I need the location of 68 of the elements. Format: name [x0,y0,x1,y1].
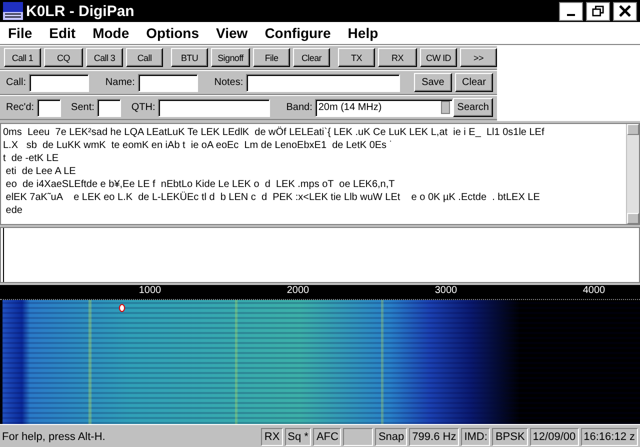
menu-item[interactable]: Edit [41,25,85,41]
macro-button[interactable]: Call 3 [86,48,123,67]
field-label: Name: [105,77,135,88]
menu-item[interactable]: View [208,25,257,41]
field-label: Band: [286,102,312,113]
close-button[interactable] [613,2,637,20]
macro-button[interactable]: BTU [171,48,208,67]
status-panel: Sq * [284,428,312,446]
log-button[interactable]: Clear [454,73,493,92]
menu-item[interactable]: Help [340,25,388,41]
minimize-button[interactable] [559,2,583,20]
log-button[interactable]: Save [414,73,452,92]
frequency-label: 2000 [286,285,310,296]
text-field[interactable] [246,74,400,92]
field-label: Sent: [71,102,94,113]
close-icon [619,5,631,17]
receive-text-line: ede [4,204,24,217]
field-label: QTH: [131,102,156,113]
macro-button[interactable]: Signoff [211,48,250,67]
status-panel: BPSK [492,428,528,446]
macro-button[interactable]: TX [338,48,375,67]
macro-button[interactable]: Call [126,48,163,67]
menu-item[interactable]: File [0,25,42,41]
restore-icon [592,5,604,17]
receive-text-line: elEK 7aK˜uA e LEK eo L.K de L-LEKÜEc tl d b LEN c d PEK :x<LEK tie Llb wuW LEt e o 0K µK .Ectde . btLEX LE [4,191,541,204]
menu-item[interactable]: Options [138,25,208,41]
tuning-cursor-icon[interactable] [118,304,125,312]
text-field[interactable] [29,74,90,92]
field-label: Rec'd: [6,102,34,113]
minimize-icon [567,14,575,16]
macro-button[interactable]: CW ID [420,48,457,67]
text-field[interactable] [158,98,270,116]
receive-text-line: 0ms Leeu 7e LEK²sad he LQA LEatLuK Te LEK LEdlK de wÖf LELEati`{ LEK .uK Ce LuK LEK L,at ie i E_ Ll1 0s1le LEf [3,126,546,139]
menu-item[interactable]: Mode [84,25,138,41]
menu-item[interactable]: Configure [256,25,340,41]
log-button[interactable]: Search [453,98,493,117]
status-panel: IMD: [461,428,490,446]
status-panel: 799.6 Hz [409,428,460,446]
macro-button[interactable]: CQ [44,48,83,67]
field-label: Notes: [214,77,244,88]
frequency-label: 4000 [582,285,606,296]
receive-text-line: L.X sb de LuKK wmK te eomK en iAb t ie oA eoEc Lm de LenoEbxE1 de LetK 0Es ˙ [3,139,394,152]
field-label: Call: [6,77,26,88]
restore-button[interactable] [586,2,610,20]
macro-button[interactable]: >> [460,48,497,67]
receive-text-line: eti de Lee A LE [4,165,77,178]
status-panel: AFC [313,428,342,446]
text-field[interactable] [138,74,198,92]
macro-button[interactable]: RX [378,48,417,67]
status-message: For help, press Alt-H. [2,430,106,442]
status-panel: 16:16:12 z [580,428,638,446]
macro-button[interactable]: Call 1 [4,48,41,67]
frequency-label: 3000 [434,285,458,296]
macro-button[interactable]: File [253,48,290,67]
band-dropdown[interactable]: 20m (14 MHz) [315,98,454,116]
macro-button[interactable]: Clear [293,48,330,67]
receive-text-line: t de -etK LE [3,152,60,165]
receive-text-line: eo de i4XaeSLEftde e b¥,Ee LE f nEbtLo Kide Le LEK o d LEK .mps oT oe LEK6,n,T [4,178,396,191]
scrollbar[interactable] [626,124,639,224]
status-panel: 12/09/00 [530,428,579,446]
status-panel: Snap [375,428,408,446]
waterfall-display[interactable] [0,300,640,424]
text-field[interactable] [37,98,62,116]
text-field[interactable] [97,98,122,116]
status-panel [343,428,374,446]
window-title: K0LR - DigiPan [26,2,136,20]
frequency-label: 1000 [138,285,162,296]
status-panel: RX [261,428,283,446]
